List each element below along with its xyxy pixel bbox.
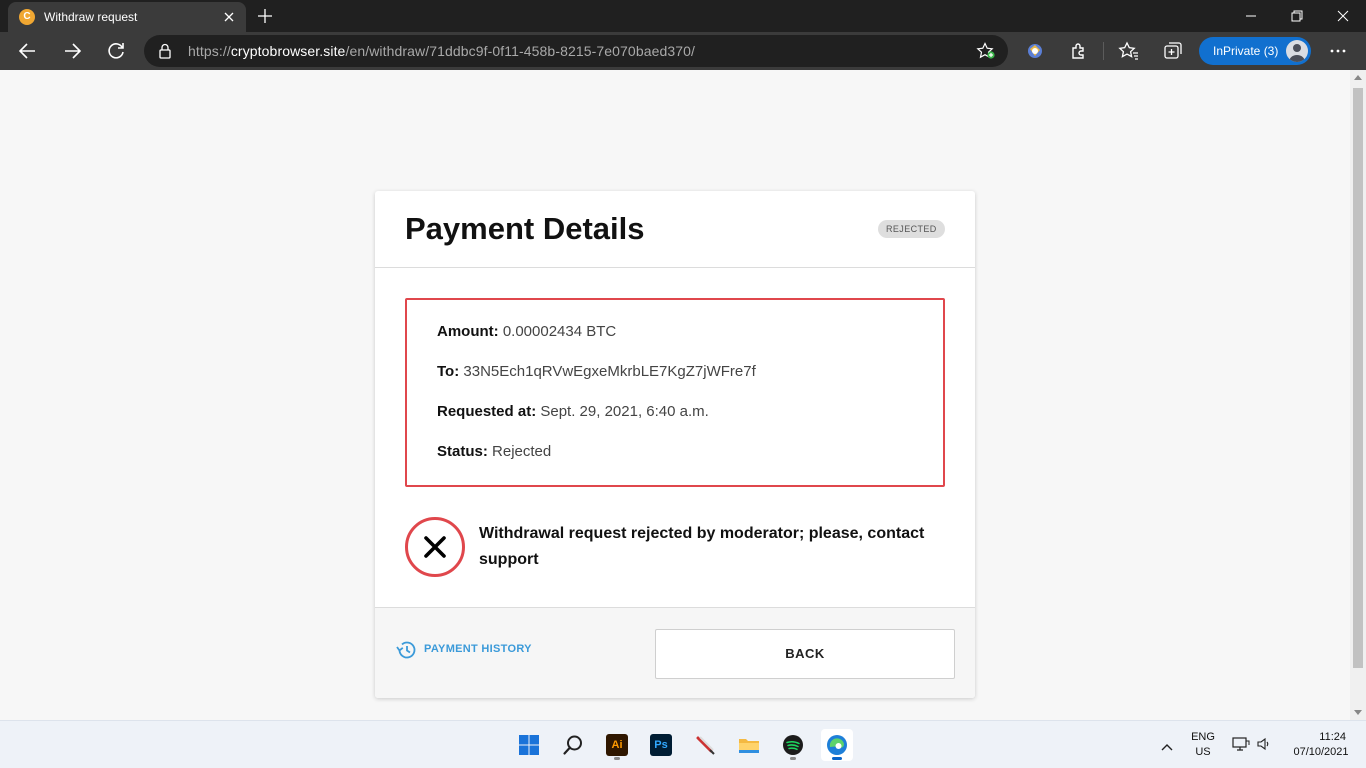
file-explorer-icon[interactable] [733,729,765,761]
profile-avatar-icon [1286,40,1308,62]
to-row: To: 33N5Ech1qRVwEgxeMkrbLE7KgZ7jWFre7f [437,363,756,380]
payment-details-card: Payment Details REJECTED Amount: 0.00002… [375,191,975,698]
scrollbar-thumb[interactable] [1353,88,1363,668]
browser-toolbar: https://cryptobrowser.site/en/withdraw/7… [0,32,1366,70]
close-tab-icon[interactable] [220,8,238,26]
illustrator-icon[interactable]: Ai [601,729,633,761]
payment-history-label: PAYMENT HISTORY [424,643,532,655]
scroll-down-icon[interactable] [1354,710,1362,715]
rejected-x-icon [405,517,465,577]
clock-time: 11:24 [1319,731,1346,743]
photoshop-icon[interactable]: Ps [645,729,677,761]
to-label: To: [437,363,460,380]
to-address-value: 33N5Ech1qRVwEgxeMkrbLE7KgZ7jWFre7f [463,363,756,380]
pen-icon[interactable] [689,729,721,761]
amount-value: 0.00002434 BTC [502,323,617,340]
lock-icon[interactable] [158,43,172,64]
requested-at-label: Requested at: [437,403,537,420]
search-icon[interactable] [557,729,589,761]
address-bar[interactable]: https://cryptobrowser.site/en/withdraw/7… [144,35,1008,67]
favorites-icon[interactable] [1117,39,1141,63]
url-scheme: https:// [188,43,231,59]
inprivate-button[interactable]: InPrivate (3) [1199,37,1311,65]
volume-icon[interactable] [1256,736,1272,757]
keyboard-region: US [1195,746,1211,758]
status-value: Rejected [492,443,552,460]
status-label: Status: [437,443,488,460]
tab-title: Withdraw request [44,10,138,24]
clock[interactable]: 11:24 07/10/2021 [1284,730,1358,760]
back-arrow-icon[interactable] [16,39,40,63]
start-icon[interactable] [513,729,545,761]
add-favorite-icon[interactable] [976,42,996,65]
active-indicator [832,757,842,760]
extensions-puzzle-icon[interactable] [1067,39,1091,63]
windows-taskbar: Ai Ps ENG US 11:24 07/10/2021 [0,720,1366,768]
url-path: /en/withdraw/71ddbc9f-0f11-458b-8215-7e0… [345,43,696,59]
minimize-icon[interactable] [1228,0,1274,32]
show-hidden-icons-icon[interactable] [1160,739,1174,757]
requested-at-value: Sept. 29, 2021, 6:40 a.m. [540,403,709,420]
photoshop-letters: Ps [650,734,672,756]
forward-arrow-icon[interactable] [60,39,84,63]
new-tab-icon[interactable] [255,6,275,26]
browser-tab[interactable]: C Withdraw request [8,2,246,32]
language-code: ENG [1191,731,1215,743]
collections-icon[interactable] [1161,39,1185,63]
clock-date: 07/10/2021 [1293,746,1349,758]
scroll-up-icon[interactable] [1354,75,1362,80]
requested-at-row: Requested at: Sept. 29, 2021, 6:40 a.m. [437,403,709,420]
inprivate-label: InPrivate (3) [1213,44,1279,58]
toolbar-divider [1103,42,1104,60]
site-favicon-icon: C [19,9,35,25]
browser-tab-bar: C Withdraw request [0,0,1366,32]
status-badge: REJECTED [878,220,945,238]
card-header: Payment Details REJECTED [375,191,975,268]
status-row: Status: Rejected [437,443,551,460]
running-indicator [790,757,796,760]
page-title: Payment Details [405,211,645,246]
card-footer: PAYMENT HISTORY BACK [375,607,975,698]
running-indicator [614,757,620,760]
language-indicator[interactable]: ENG US [1188,730,1218,760]
illustrator-letters: Ai [606,734,628,756]
restore-icon[interactable] [1274,0,1320,32]
rejection-message: Withdrawal request rejected by moderator… [479,525,925,568]
refresh-icon[interactable] [104,39,128,63]
spotify-icon[interactable] [777,729,809,761]
amount-label: Amount: [437,323,499,340]
page-viewport: Payment Details REJECTED Amount: 0.00002… [0,70,1350,720]
url-text: https://cryptobrowser.site/en/withdraw/7… [188,43,695,59]
edge-icon[interactable] [821,729,853,761]
vertical-scrollbar[interactable] [1350,70,1366,720]
amount-row: Amount: 0.00002434 BTC [437,323,616,340]
history-icon [396,641,416,659]
url-host: cryptobrowser.site [230,43,346,59]
network-icon[interactable] [1232,736,1250,757]
close-window-icon[interactable] [1320,0,1366,32]
more-menu-icon[interactable] [1326,39,1350,63]
extension-icon[interactable] [1023,39,1047,63]
back-button[interactable]: BACK [655,629,955,679]
